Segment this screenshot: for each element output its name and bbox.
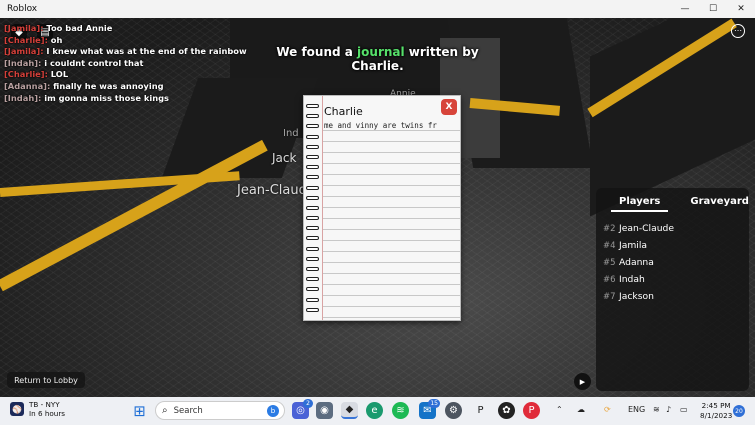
chat-log: [Jamila]: Too bad Annie [Charlie]: oh [J… [4,23,247,104]
widgets-badge: 2 [303,399,313,408]
player-number: #2 [603,223,616,234]
play-icon[interactable]: ▶ [574,373,591,390]
chat-message: LOL [50,69,69,80]
player-row[interactable]: #5 Adanna [596,254,749,271]
journal-title: Charlie [324,105,363,118]
spiral-binding [306,104,320,318]
player-number: #5 [603,257,616,268]
player-row[interactable]: #2 Jean-Claude [596,220,749,237]
search-icon: ⌕ [162,405,168,416]
volume-icon[interactable]: ♪ [666,405,671,414]
bing-icon: b [267,405,279,417]
notebook-margin [322,96,323,320]
window-titlebar: Roblox — ☐ ✕ [0,0,755,18]
tray-chevron-icon[interactable]: ⌃ [556,405,563,414]
onedrive-icon[interactable]: ☁ [577,405,585,414]
chat-speaker: [Jamila]: [4,23,44,33]
chat-speaker: [Charlie]: [4,34,48,45]
chat-message: finally he was annoying [53,80,164,91]
chat-line: [Adanna]: finally he was annoying [4,81,247,93]
chat-line: [Jamila]: I knew what was at the end of … [4,46,247,58]
close-journal-button[interactable]: X [441,99,457,115]
weather-text: TB - NYY In 6 hours [29,400,65,418]
chat-line: [Indah]: im gonna miss those kings [4,93,247,105]
player-row[interactable]: #4 Jamila [596,237,749,254]
chat-line: [Charlie]: oh [4,35,247,47]
camera-app-icon[interactable]: ◉ [316,402,333,419]
chat-line: [Charlie]: LOL [4,69,247,81]
player-list: #2 Jean-Claude #4 Jamila #5 Adanna #6 Indah … [596,220,749,305]
announcement-highlight: journal [357,45,405,59]
chatgpt-icon[interactable]: ✿ [498,402,515,419]
window-title: Roblox [7,4,38,14]
player-name: Jean-Claude [619,223,675,234]
pinterest-icon[interactable]: P [523,402,540,419]
player-number: #6 [603,274,616,285]
chat-speaker: [Indah]: [4,92,42,103]
tab-players[interactable]: Players [611,196,669,212]
settings-gear-icon[interactable]: ⚙ [445,402,462,419]
player-number: #4 [603,240,616,251]
edge-browser-icon[interactable]: e [366,402,383,419]
player-row[interactable]: #6 Indah [596,271,749,288]
search-placeholder: Search [173,405,203,416]
chat-speaker: [Jamila]: [4,46,44,57]
app-icon[interactable]: P [472,402,489,419]
journal-notebook: Charlie me and vinny are twins fr X [303,95,461,321]
widgets-icon[interactable]: ◎ 2 [292,399,313,419]
player-number: #7 [603,291,616,302]
chat-line: [Jamila]: Too bad Annie [4,23,247,35]
window-controls: — ☐ ✕ [671,0,755,18]
player-name: Jackson [619,291,654,302]
announcement-prefix: We found a [276,45,358,59]
mail-icon[interactable]: ✉ 15 [419,399,440,419]
weather-line1: TB - NYY [29,400,60,409]
announcement-suffix: written by [404,45,479,59]
system-clock[interactable]: 2:45 PM 8/1/2023 [700,401,732,420]
spotify-icon[interactable]: ≋ [392,402,409,419]
chat-message: oh [50,34,63,45]
journal-announcement: We found a journal written by Charlie. [270,45,485,73]
roblox-taskbar-icon[interactable]: ◆ [341,402,358,419]
chat-message: i couldnt control that [44,57,144,68]
language-indicator[interactable]: ENG [628,405,645,414]
player-name: Jamila [619,240,648,251]
mlb-logo-icon: ⚾ [10,402,24,416]
chat-speaker: [Adanna]: [4,80,51,91]
clock-date: 8/1/2023 [700,410,733,420]
weather-widget[interactable]: ⚾ TB - NYY In 6 hours [10,400,65,418]
notification-badge[interactable]: 20 [733,405,745,417]
more-options-icon[interactable]: ⋯ [731,24,745,38]
players-tabs: Players Graveyard [596,188,749,212]
announcement-author: Charlie. [351,59,404,73]
player-name: Indah [619,274,645,285]
maximize-button[interactable]: ☐ [699,0,727,18]
minimize-button[interactable]: — [671,0,699,18]
battery-icon[interactable]: ▭ [680,405,688,414]
player-name: Adanna [619,257,654,268]
chat-speaker: [Charlie]: [4,69,48,80]
chat-message: im gonna miss those kings [44,92,169,103]
chat-message: I knew what was at the end of the rainbo… [46,46,247,57]
notebook-lines [322,120,460,320]
mail-badge: 15 [428,399,440,408]
chat-line: [Indah]: i couldnt control that [4,58,247,70]
chat-message: Too bad Annie [46,23,113,33]
tab-graveyard[interactable]: Graveyard [682,196,755,212]
journal-entry: me and vinny are twins fr [324,121,437,130]
return-to-lobby-button[interactable]: Return to Lobby [7,372,85,388]
character-name-tag: Ind [283,128,299,139]
chat-speaker: [Indah]: [4,57,42,68]
windows-start-icon[interactable]: ⊞ [131,402,148,420]
character-name-tag: Jack [272,151,297,165]
clock-time: 2:45 PM [701,401,731,410]
taskbar-search[interactable]: ⌕ Search b [155,401,285,420]
players-panel: Players Graveyard #2 Jean-Claude #4 Jamila… [596,188,749,391]
player-row[interactable]: #7 Jackson [596,288,749,305]
weather-line2: In 6 hours [29,409,66,418]
windows-taskbar: ⚾ TB - NYY In 6 hours ⊞ ⌕ Search b ◎ 2 ◉ … [0,397,755,425]
wifi-icon[interactable]: ≋ [653,405,660,414]
tray-app-icon[interactable]: ⟳ [604,405,611,414]
close-window-button[interactable]: ✕ [727,0,755,18]
